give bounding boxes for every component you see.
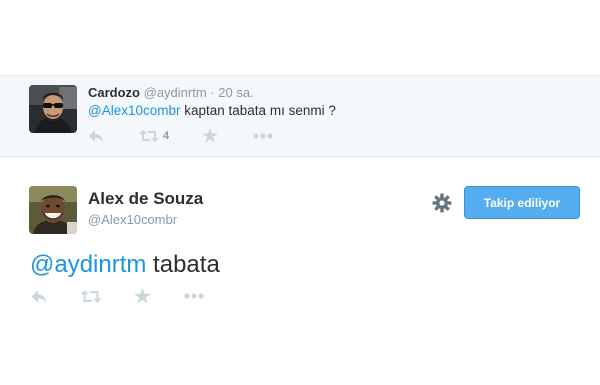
reply-tweet-text: @Alex10combr kaptan tabata mı senmi ? [88, 103, 336, 118]
gear-icon[interactable] [432, 193, 452, 213]
main-tweet-text: @aydinrtm tabata [30, 251, 220, 279]
favorite-icon[interactable] [202, 128, 219, 143]
reply-tweet-header: Cardozo @aydinrtm · 20 sa. [88, 85, 254, 100]
following-button[interactable]: Takip ediliyor [464, 186, 580, 219]
reply-tweet[interactable]: Cardozo @aydinrtm · 20 sa. @Alex10combr … [0, 75, 600, 157]
alex-avatar[interactable] [29, 186, 77, 234]
more-icon[interactable] [183, 293, 205, 299]
cardozo-avatar[interactable] [29, 85, 77, 133]
main-tweet-actions [30, 288, 237, 304]
reply-separator: · [210, 85, 215, 100]
retweet-count: 4 [163, 129, 170, 142]
retweet-button[interactable]: 4 [139, 129, 169, 143]
main-fullname[interactable]: Alex de Souza [88, 189, 203, 209]
reply-tweet-actions: 4 [88, 128, 308, 143]
reply-fullname[interactable]: Cardozo [88, 85, 140, 100]
retweet-icon [139, 129, 159, 143]
reply-text-body: kaptan tabata mı senmi ? [180, 103, 336, 118]
retweet-icon[interactable] [80, 289, 102, 304]
main-mention-link[interactable]: @aydinrtm [30, 251, 146, 278]
reply-timestamp[interactable]: 20 sa. [218, 85, 253, 100]
reply-handle[interactable]: @aydinrtm [144, 85, 207, 100]
more-icon[interactable] [253, 132, 273, 139]
reply-icon[interactable] [30, 289, 48, 304]
reply-icon[interactable] [88, 129, 104, 143]
reply-mention-link[interactable]: @Alex10combr [88, 103, 181, 118]
main-text-body: tabata [146, 251, 220, 278]
main-handle[interactable]: @Alex10combr [88, 212, 177, 227]
favorite-icon[interactable] [134, 288, 151, 304]
